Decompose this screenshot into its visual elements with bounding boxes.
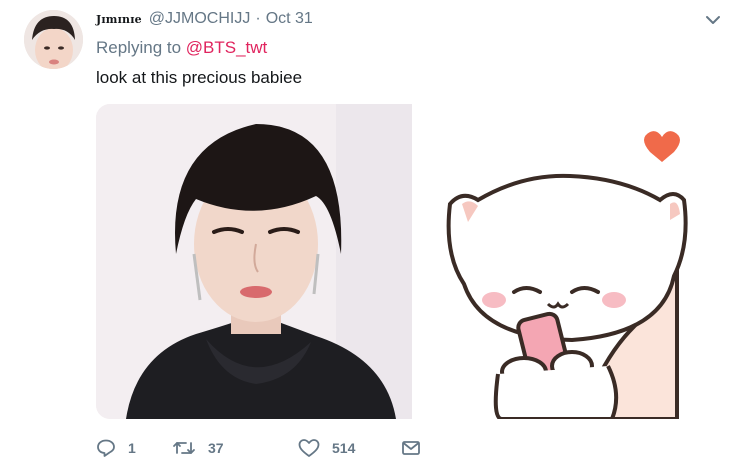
- timestamp[interactable]: Oct 31: [266, 10, 313, 28]
- envelope-icon: [402, 441, 420, 455]
- media-photo-selfie[interactable]: [96, 104, 412, 419]
- reply-count: 1: [128, 440, 136, 456]
- separator-dot: ·: [255, 10, 261, 27]
- like-button[interactable]: 514: [298, 438, 355, 458]
- retweet-button[interactable]: 37: [172, 438, 224, 458]
- avatar[interactable]: [24, 10, 83, 69]
- like-count: 514: [332, 440, 356, 456]
- heart-icon: [298, 439, 320, 457]
- chevron-down-icon[interactable]: [703, 12, 723, 28]
- user-handle[interactable]: @JJMOCHIJJ: [149, 10, 251, 28]
- replying-to-mention[interactable]: @BTS_twt: [186, 38, 268, 57]
- replying-to-label: Replying to: [96, 38, 186, 57]
- tweet-media: [96, 104, 722, 419]
- media-photo-cat-sticker[interactable]: [412, 104, 722, 419]
- tweet-text: look at this precious babiee: [96, 68, 303, 87]
- display-name[interactable]: Jɪmɪnɪe: [96, 13, 142, 26]
- avatar-image: [24, 10, 83, 69]
- tweet-card[interactable]: Jɪmɪnɪe @JJMOCHIJJ · Oct 31 Replying to …: [0, 0, 741, 473]
- direct-message-button[interactable]: [401, 438, 421, 458]
- reply-bubble-icon: [97, 439, 115, 457]
- retweet-arrows-icon: [173, 442, 195, 454]
- retweet-count: 37: [208, 440, 224, 456]
- reply-button[interactable]: 1: [96, 438, 136, 458]
- replying-to: Replying to @BTS_twt: [96, 38, 267, 58]
- tweet-header: Jɪmɪnɪe @JJMOCHIJJ · Oct 31: [96, 10, 313, 30]
